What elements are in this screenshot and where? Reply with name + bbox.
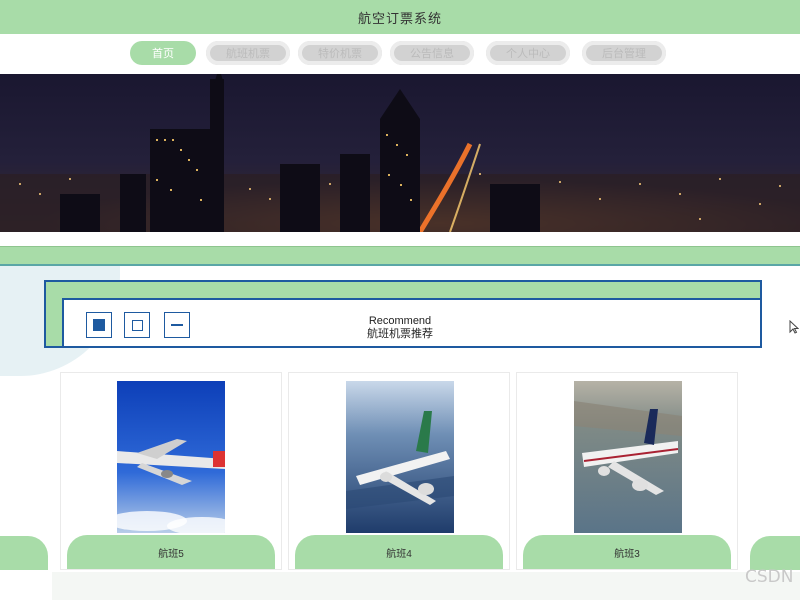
recommend-title-en: Recommend [368, 315, 432, 327]
flight-photo-3 [574, 381, 682, 533]
flight-card[interactable]: 航班4 [288, 372, 510, 570]
nav-item-announcements[interactable]: 公告信息 [390, 41, 474, 65]
filled-square-icon [86, 312, 112, 338]
card-edge-left [0, 536, 48, 570]
card-edge-right [750, 536, 800, 570]
nav-item-flight-tickets[interactable]: 航班机票 [206, 41, 290, 65]
flight-label: 航班4 [295, 535, 503, 569]
flight-card[interactable]: 航班3 [516, 372, 738, 570]
flight-card-list: 航班5 航班4 航班3 [0, 372, 800, 572]
green-band [0, 246, 800, 266]
watermark: CSDN [745, 567, 794, 587]
banner-divider [0, 232, 800, 246]
recommend-title-cn: 航班机票推荐 [367, 328, 433, 340]
city-skyline-image [0, 74, 800, 232]
nav-item-home[interactable]: 首页 [130, 41, 196, 65]
top-title-bar: 航空订票系统 [0, 0, 800, 34]
nav-item-personal-center[interactable]: 个人中心 [486, 41, 570, 65]
main-nav: 首页 航班机票 特价机票 公告信息 个人中心 后台管理 [0, 34, 800, 74]
nav-item-admin[interactable]: 后台管理 [582, 41, 666, 65]
mouse-cursor-icon [789, 320, 799, 334]
flight-photo-5 [117, 381, 225, 533]
dash-square-icon [164, 312, 190, 338]
hollow-square-icon [124, 312, 150, 338]
nav-item-special-tickets[interactable]: 特价机票 [298, 41, 382, 65]
flight-card[interactable]: 航班5 [60, 372, 282, 570]
hero-banner-city-night [0, 74, 800, 232]
site-title: 航空订票系统 [357, 10, 442, 26]
flight-label: 航班3 [523, 535, 731, 569]
recommend-title: Recommend 航班机票推荐 [300, 315, 500, 341]
footer-band [52, 572, 800, 600]
flight-label: 航班5 [67, 535, 275, 569]
flight-photo-4 [346, 381, 454, 533]
